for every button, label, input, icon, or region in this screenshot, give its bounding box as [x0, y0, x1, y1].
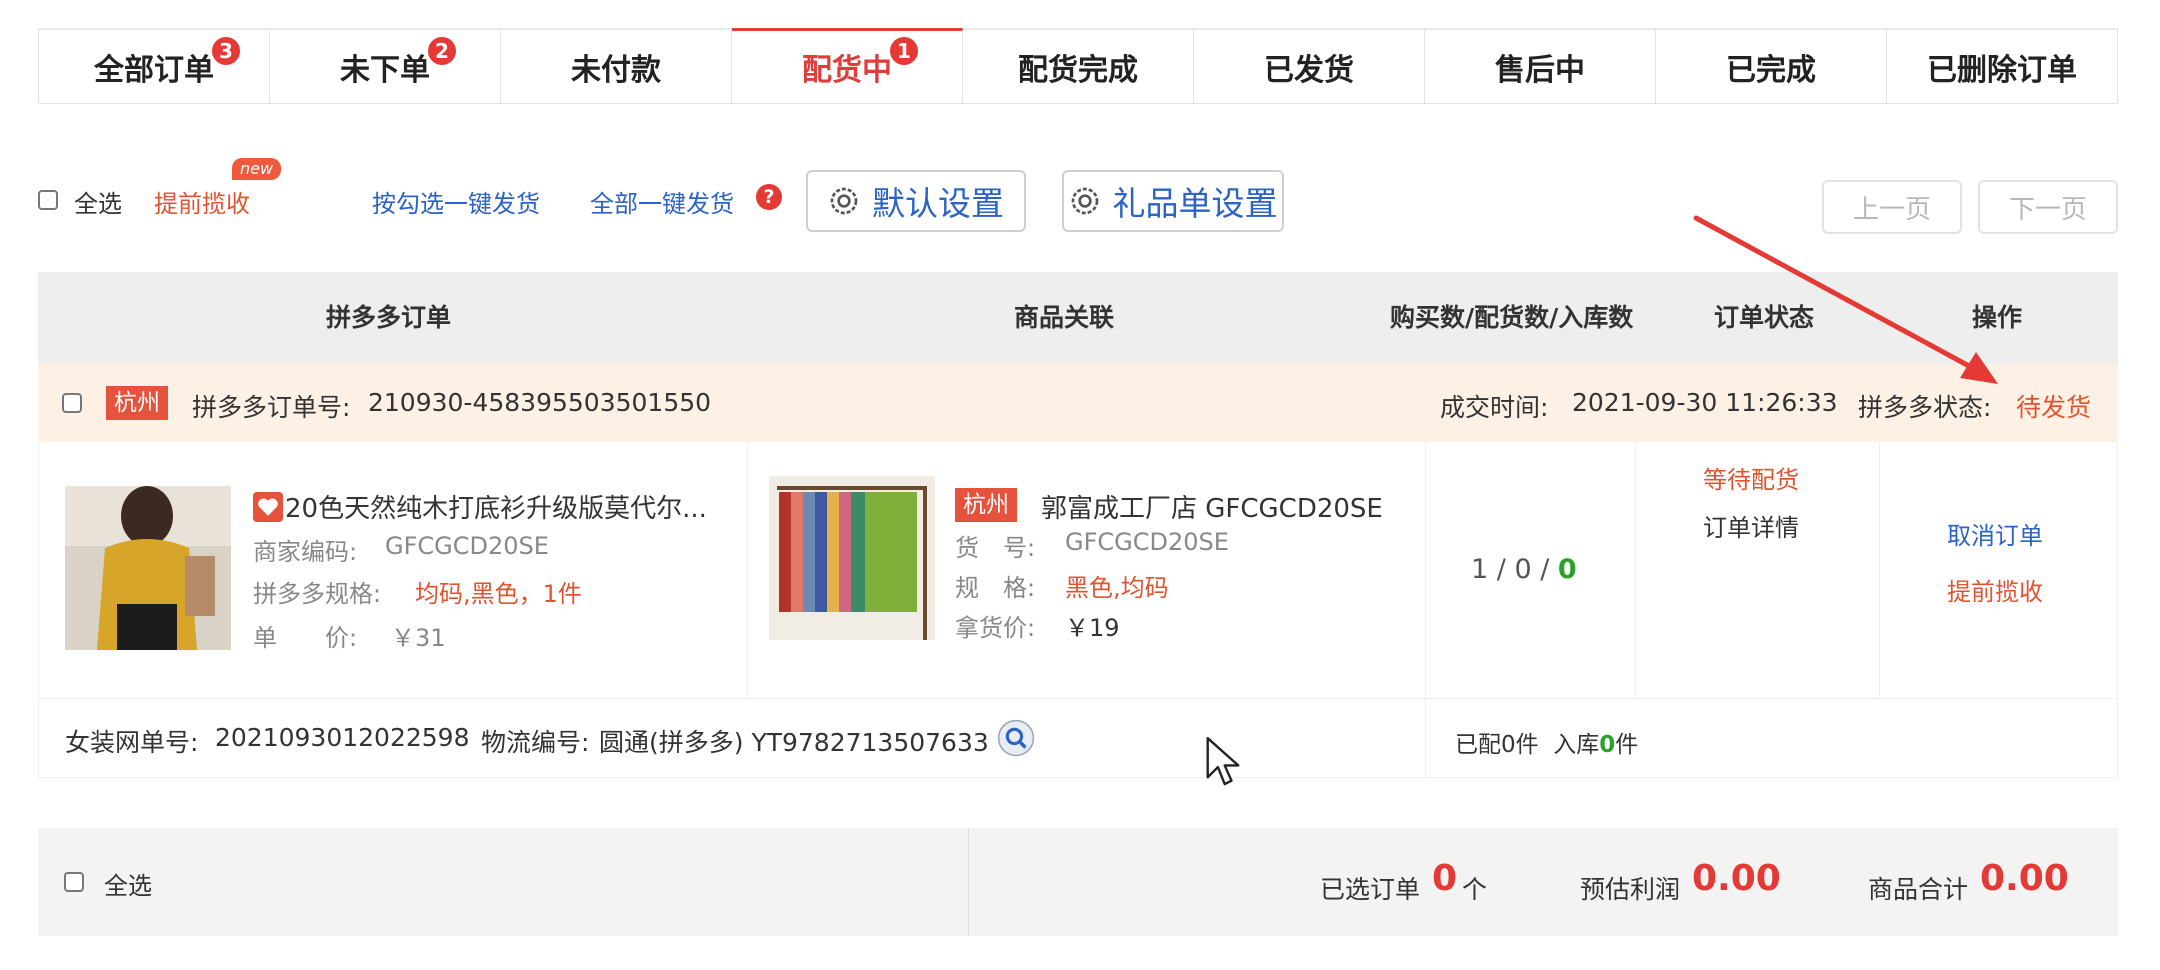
supplier-spec: 黑色,均码	[1065, 574, 1169, 602]
heart-tag-icon	[253, 492, 283, 522]
merchant-code: GFCGCD20SE	[385, 532, 549, 560]
supplier-name[interactable]: 郭富成工厂店 GFCGCD20SE	[1041, 488, 1383, 525]
count-badge: 3	[210, 34, 242, 67]
tab-all-orders[interactable]: 全部订单 3	[39, 28, 270, 103]
order-no-label: 拼多多订单号:	[192, 393, 351, 422]
tab-unpaid[interactable]: 未付款	[501, 28, 732, 103]
tab-not-ordered[interactable]: 未下单 2	[270, 28, 501, 103]
header-counts: 购买数/配货数/入库数	[1390, 303, 1634, 332]
site-order-no-label: 女装网单号:	[65, 728, 199, 757]
allocated-count: 0	[1514, 554, 1532, 585]
bottom-select-all-label: 全选	[104, 872, 152, 900]
tab-completed[interactable]: 已完成	[1656, 28, 1887, 103]
allocated-pieces: 0	[1501, 732, 1516, 758]
merchant-code-label: 商家编码:	[253, 538, 358, 566]
select-all-checkbox[interactable]	[38, 190, 58, 210]
stocked-pieces: 0	[1599, 732, 1616, 758]
cancel-order-link[interactable]: 取消订单	[1947, 516, 2043, 551]
purchase-price-label: 拿货价:	[955, 614, 1036, 642]
allocation-summary: 已配0件 入库0件	[1455, 732, 1639, 758]
goods-no-label: 货 号:	[955, 534, 1036, 562]
tab-allocated[interactable]: 配货完成	[963, 28, 1194, 103]
tab-shipped[interactable]: 已发货	[1194, 28, 1425, 103]
search-icon[interactable]	[997, 719, 1035, 757]
goods-total-label: 商品合计	[1868, 875, 1969, 904]
tab-deleted[interactable]: 已删除订单	[1887, 28, 2117, 103]
pdd-status-label: 拼多多状态:	[1858, 393, 1992, 422]
count-badge: 2	[426, 34, 458, 67]
annotation-arrow-icon	[1693, 215, 1998, 384]
help-icon[interactable]: ?	[756, 184, 782, 210]
pdd-status: 待发货	[2016, 393, 2092, 422]
header-product: 商品关联	[1014, 303, 1115, 332]
city-tag: 杭州	[106, 386, 168, 420]
new-badge: new	[232, 158, 282, 180]
deal-time: 2021-09-30 11:26:33	[1572, 388, 1838, 417]
tab-after-sale[interactable]: 售后中	[1425, 28, 1656, 103]
tab-allocating[interactable]: 配货中 1	[732, 28, 963, 103]
default-settings-button[interactable]: 默认设置	[806, 170, 1026, 232]
gear-icon	[830, 187, 858, 215]
deal-time-label: 成交时间:	[1440, 393, 1549, 422]
count-badge: 1	[888, 35, 920, 67]
tab-label: 已删除订单	[1927, 52, 2077, 88]
logistics-label: 物流编号:	[481, 728, 590, 757]
unit-price-label: 单 价:	[253, 624, 358, 652]
pdd-spec: 均码,黑色，1件	[415, 580, 582, 608]
gear-icon	[1071, 187, 1098, 215]
header-order: 拼多多订单	[326, 303, 452, 332]
ship-all-link[interactable]: 全部一键发货	[590, 184, 734, 219]
tab-label: 售后中	[1495, 52, 1585, 88]
supplier-city-tag: 杭州	[955, 488, 1017, 522]
order-body-row: 20色天然纯木打底衫升级版莫代尔... 商家编码: GFCGCD20SE 拼多多…	[38, 442, 2118, 698]
order-status-tabs: 全部订单 3 未下单 2 未付款 配货中 1 配货完成 已发货 售后中 已完成 已删除…	[38, 28, 2118, 104]
order-status: 等待配货	[1703, 466, 1799, 494]
ship-checked-link[interactable]: 按勾选一键发货	[372, 184, 540, 219]
tab-label: 配货中	[802, 53, 892, 88]
tab-label: 已发货	[1264, 52, 1354, 88]
gift-settings-label: 礼品单设置	[1112, 184, 1278, 223]
tab-label: 配货完成	[1018, 52, 1138, 88]
tab-label: 未付款	[571, 52, 661, 88]
order-number: 210930-458395503501550	[368, 388, 712, 417]
goods-no: GFCGCD20SE	[1065, 528, 1229, 556]
purchase-price: ￥19	[1065, 614, 1120, 642]
count-values: 1 / 0 / 0	[1471, 554, 1577, 585]
supplier-image[interactable]	[769, 476, 935, 640]
gift-settings-button[interactable]: 礼品单设置	[1062, 170, 1284, 232]
estimated-profit: 0.00	[1692, 858, 1781, 899]
default-settings-label: 默认设置	[872, 184, 1004, 223]
bought-count: 1	[1471, 554, 1489, 585]
tab-label: 全部订单	[94, 52, 214, 88]
bottom-summary-bar: 全选 已选订单 0 个 预估利润 0.00 商品合计 0.00	[38, 828, 2118, 936]
pdd-spec-label: 拼多多规格:	[253, 580, 382, 608]
selected-orders-unit: 个	[1462, 875, 1488, 904]
selected-orders-count: 0	[1432, 858, 1458, 899]
site-order-no: 2021093012022598	[215, 723, 470, 752]
goods-total: 0.00	[1980, 858, 2069, 899]
order-footer-row: 女装网单号: 2021093012022598 物流编号: 圆通(拼多多) YT…	[38, 698, 2118, 778]
supplier-spec-label: 规 格:	[955, 574, 1036, 602]
selected-orders-label: 已选订单	[1320, 875, 1421, 904]
product-title[interactable]: 20色天然纯木打底衫升级版莫代尔...	[285, 488, 707, 525]
estimated-profit-label: 预估利润	[1580, 875, 1681, 904]
tab-label: 已完成	[1726, 52, 1816, 88]
early-pickup-link[interactable]: 提前揽收	[154, 184, 250, 219]
order-checkbox[interactable]	[62, 393, 82, 413]
bottom-select-all-checkbox[interactable]	[64, 872, 84, 892]
stocked-count: 0	[1557, 554, 1577, 585]
select-all-label: 全选	[74, 190, 122, 218]
logistics-number: 圆通(拼多多) YT9782713507633	[599, 728, 989, 757]
early-pickup-action[interactable]: 提前揽收	[1947, 572, 2043, 607]
product-image[interactable]	[65, 486, 231, 650]
mouse-cursor-icon	[1206, 737, 1240, 786]
unit-price: ￥31	[391, 624, 446, 652]
order-detail-link[interactable]: 订单详情	[1703, 508, 1799, 543]
tab-label: 未下单	[340, 52, 430, 88]
